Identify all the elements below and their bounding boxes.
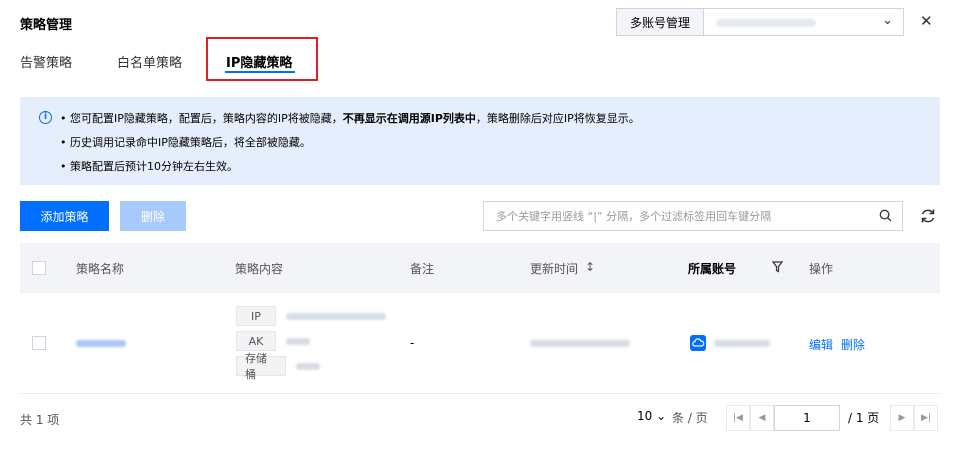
account-redacted <box>714 340 770 347</box>
col-policy-content: 策略内容 <box>235 262 284 276</box>
notice-line-3: • 策略配置后预计10分钟左右生效。 <box>60 160 238 173</box>
remark-value: - <box>410 336 415 350</box>
search-box[interactable] <box>483 201 903 231</box>
first-page-icon[interactable]: |◀ <box>726 405 750 431</box>
sort-icon[interactable]: ↕ <box>585 260 595 274</box>
delete-button[interactable]: 删除 <box>120 201 186 231</box>
filter-icon[interactable] <box>772 261 783 273</box>
account-value-redacted <box>716 19 816 27</box>
notice-line-1: • 您可配置IP隐藏策略，配置后，策略内容的IP将被隐藏，不再显示在调用源IP列… <box>60 112 640 125</box>
search-icon[interactable] <box>879 209 892 222</box>
chevron-down-icon: ⌄ <box>656 409 667 423</box>
col-actions: 操作 <box>809 262 834 276</box>
col-account: 所属账号 <box>688 262 737 276</box>
total-count: 共 1 项 <box>20 413 60 427</box>
row-checkbox[interactable] <box>32 336 46 350</box>
table-header: 策略名称 策略内容 备注 更新时间 ↕ 所属账号 操作 <box>20 243 940 293</box>
tab-whitelist-policy[interactable]: 白名单策略 <box>117 52 182 71</box>
col-policy-name: 策略名称 <box>76 262 125 276</box>
table-row: IP AK 存储桶 - 编辑 删除 <box>20 293 940 394</box>
tab-alert-policy[interactable]: 告警策略 <box>20 52 72 71</box>
multi-account-label: 多账号管理 <box>616 8 704 36</box>
ak-value-redacted <box>286 338 310 345</box>
account-select[interactable]: ⌄ <box>704 8 904 36</box>
last-page-icon[interactable]: ▶| <box>914 405 938 431</box>
edit-link[interactable]: 编辑 <box>809 336 833 353</box>
highlight-box <box>206 37 318 81</box>
col-update-time[interactable]: 更新时间 <box>530 260 578 277</box>
close-icon[interactable]: ✕ <box>920 12 933 30</box>
update-time-redacted <box>530 340 630 347</box>
delete-link[interactable]: 删除 <box>841 336 865 353</box>
notice-line-2: • 历史调用记录命中IP隐藏策略后，将全部被隐藏。 <box>60 136 311 149</box>
tag-ak: AK <box>236 331 276 351</box>
refresh-icon[interactable] <box>918 206 938 226</box>
page-size-select[interactable]: 10 ⌄ <box>637 409 666 423</box>
page-title: 策略管理 <box>20 18 73 33</box>
prev-page-icon[interactable]: ◀ <box>750 405 774 431</box>
notice-panel: i • 您可配置IP隐藏策略，配置后，策略内容的IP将被隐藏，不再显示在调用源I… <box>20 97 940 185</box>
tab-bar: 告警策略 白名单策略 IP隐藏策略 <box>0 46 958 80</box>
tag-ip: IP <box>236 306 276 326</box>
page-size-unit: 条 / 页 <box>672 411 708 425</box>
page-size-value: 10 <box>637 409 653 423</box>
page-input[interactable]: 1 <box>774 405 840 431</box>
tag-bucket: 存储桶 <box>236 352 286 381</box>
search-input[interactable] <box>484 202 864 230</box>
info-icon: i <box>39 111 52 124</box>
ip-value-redacted <box>286 313 386 320</box>
bucket-value-redacted <box>296 363 320 370</box>
cloud-icon <box>690 335 706 351</box>
select-all-checkbox[interactable] <box>32 261 46 275</box>
add-policy-button[interactable]: 添加策略 <box>20 201 109 231</box>
next-page-icon[interactable]: ▶ <box>890 405 914 431</box>
policy-name-link[interactable] <box>76 340 126 347</box>
total-pages: / 1 页 <box>848 411 880 425</box>
col-remark: 备注 <box>410 262 435 276</box>
chevron-down-icon: ⌄ <box>882 13 893 28</box>
